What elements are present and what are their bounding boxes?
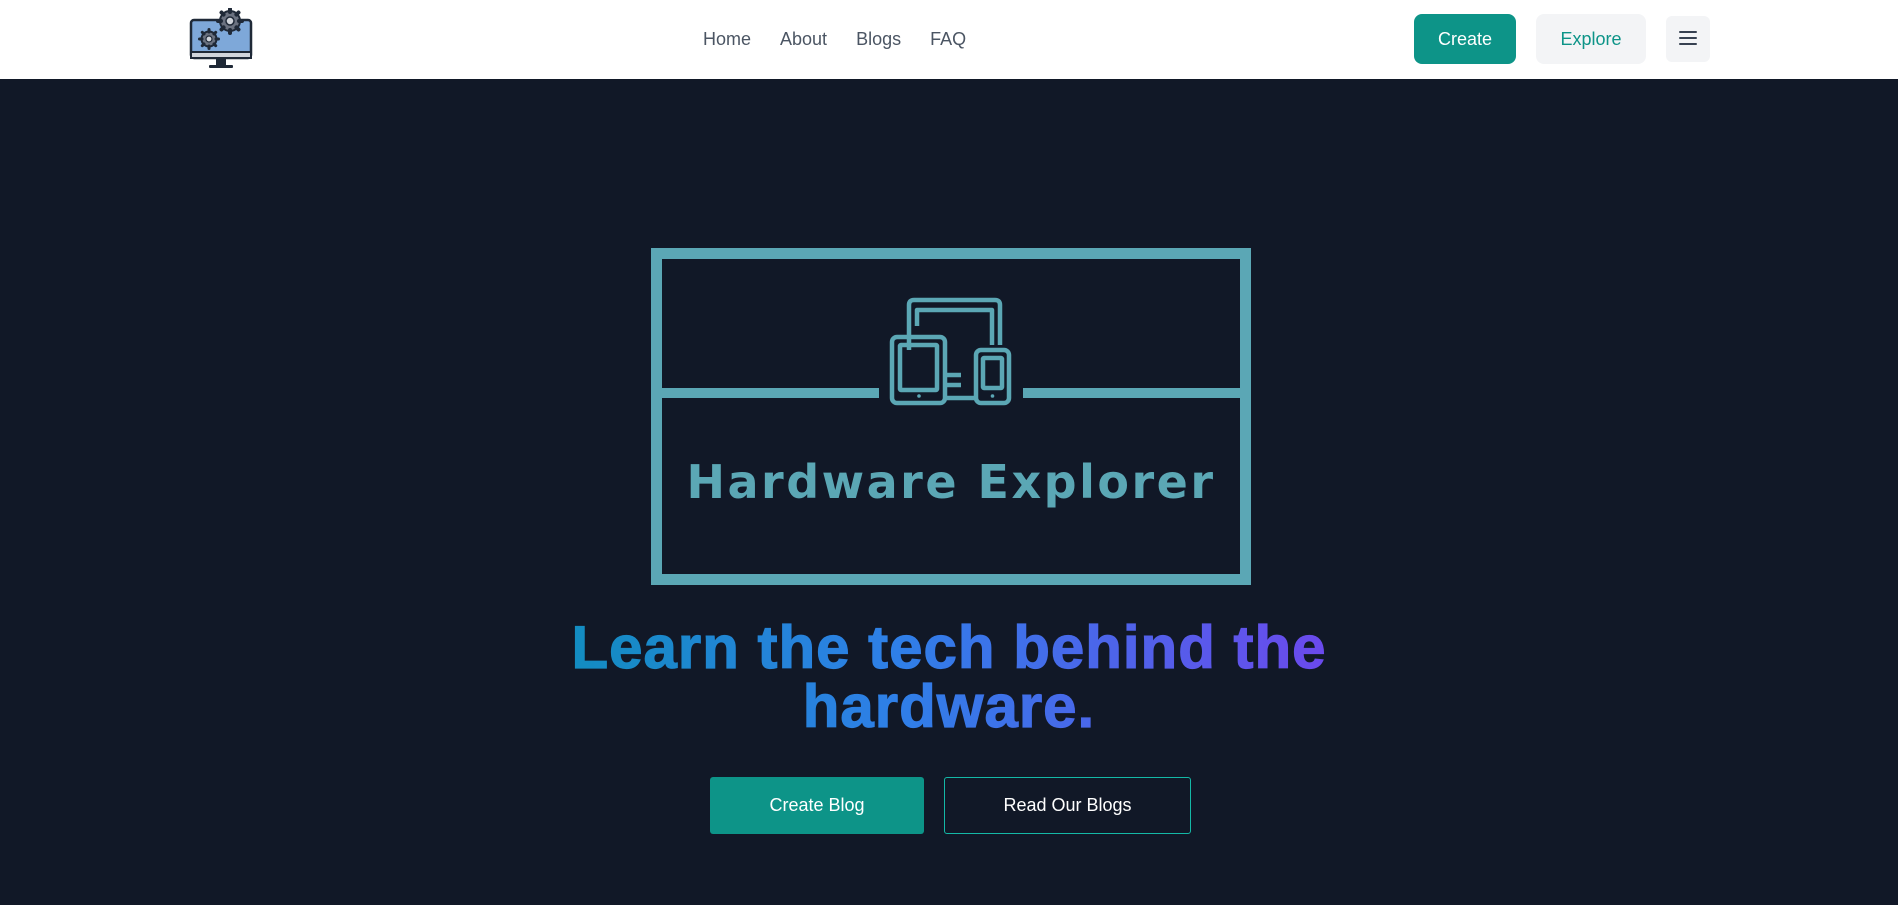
menu-button[interactable] — [1666, 16, 1710, 62]
create-button[interactable]: Create — [1414, 14, 1516, 64]
nav-link-blogs[interactable]: Blogs — [856, 29, 901, 50]
explore-button[interactable]: Explore — [1536, 14, 1646, 64]
brand-title: Hardware Explorer — [686, 455, 1215, 509]
nav-link-home[interactable]: Home — [703, 29, 751, 50]
nav-links: Home About Blogs FAQ — [703, 0, 966, 79]
top-navbar: Home About Blogs FAQ Create Explore — [0, 0, 1898, 79]
nav-link-about[interactable]: About — [780, 29, 827, 50]
read-our-blogs-button[interactable]: Read Our Blogs — [944, 777, 1191, 834]
site-logo-monitor-gears-icon[interactable] — [189, 7, 255, 71]
nav-link-faq[interactable]: FAQ — [930, 29, 966, 50]
create-blog-button[interactable]: Create Blog — [710, 777, 924, 834]
hero-brand-logo: Hardware Explorer — [651, 248, 1251, 585]
hamburger-menu-icon — [1678, 30, 1698, 49]
hero-headline: Learn the tech behind the hardware. — [449, 617, 1449, 737]
devices-icon — [889, 297, 1012, 406]
